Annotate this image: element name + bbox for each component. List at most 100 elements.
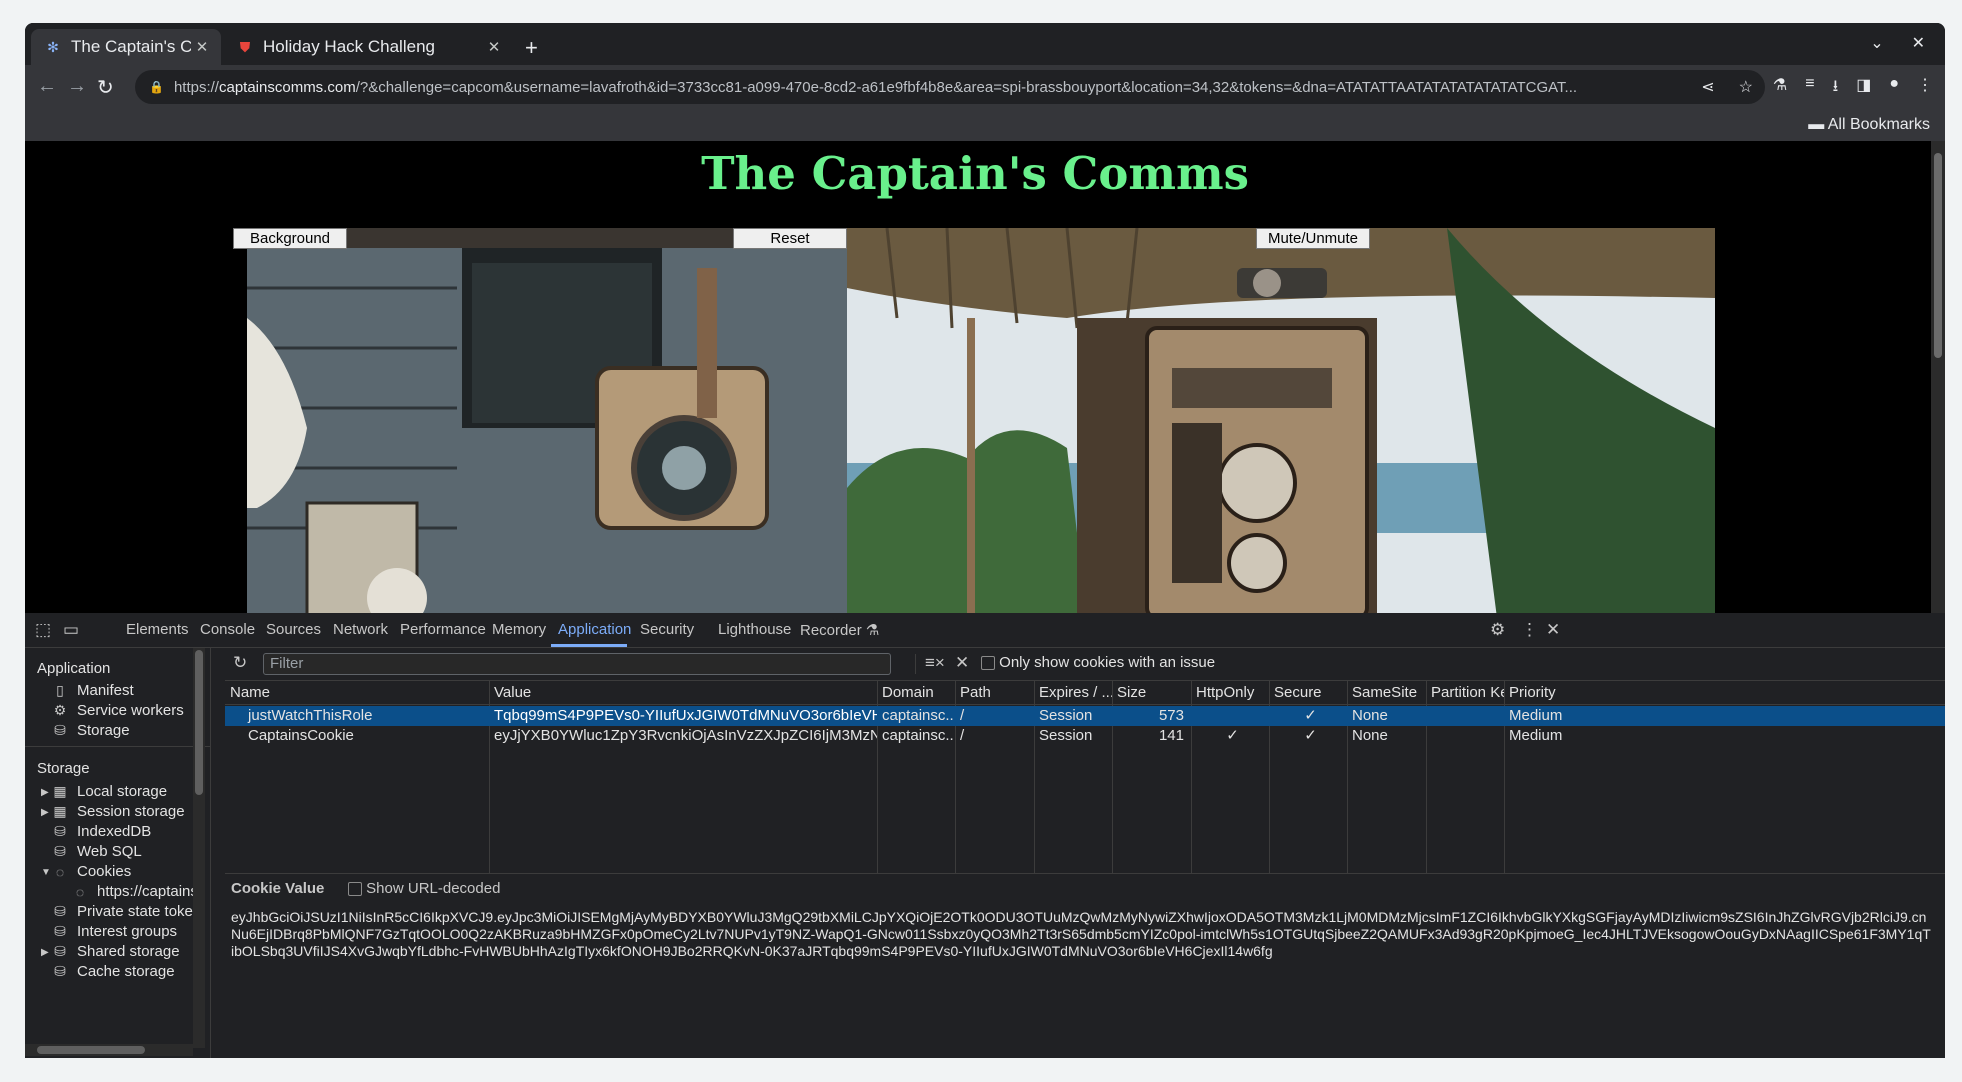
col-header-path[interactable]: Path (955, 681, 1034, 704)
col-header-httponly[interactable]: HttpOnly (1191, 681, 1269, 704)
col-header-partition-key[interactable]: Partition Key (1426, 681, 1504, 704)
cell-path[interactable]: / (955, 726, 1034, 746)
sidebar-scroll-thumb[interactable] (195, 650, 203, 795)
tab-sources[interactable]: Sources (266, 621, 321, 638)
table-row[interactable]: justWatchThisRole Tqbq99mS4P9PEVs0-YIIuf… (225, 706, 1945, 726)
col-header-domain[interactable]: Domain (877, 681, 955, 704)
settings-gear-icon[interactable]: ⚙ (1490, 620, 1505, 640)
sidebar-item-storage[interactable]: ⛁ Storage (51, 722, 129, 739)
tab-recorder[interactable]: Recorder ⚗ (800, 621, 879, 639)
device-toolbar-icon[interactable]: ▭ (63, 620, 79, 640)
sidebar-item-shared-storage[interactable]: ⛁ Shared storage (51, 943, 179, 960)
cell-priority[interactable]: Medium (1504, 726, 1609, 746)
cell-samesite[interactable]: None (1347, 706, 1426, 726)
cell-httponly[interactable]: ✓ (1191, 726, 1269, 746)
reading-list-icon[interactable]: ≡ (1805, 75, 1814, 102)
profile-icon[interactable]: ● (1889, 75, 1899, 102)
sidebar-item-private-state-tokens[interactable]: ⛁ Private state token (51, 903, 201, 920)
sidebar-item-cookie-origin[interactable]: ◌ https://captainsc (71, 883, 206, 900)
cell-priority[interactable]: Medium (1504, 706, 1609, 726)
window-close-icon[interactable]: ✕ (1912, 33, 1925, 53)
cell-expires[interactable]: Session (1034, 726, 1112, 746)
clear-all-cookies-icon[interactable]: ✕ (955, 653, 969, 673)
sidebar-horizontal-scrollbar[interactable] (25, 1044, 193, 1056)
cell-name[interactable]: CaptainsCookie (243, 726, 489, 746)
cookie-value-text[interactable]: eyJhbGciOiJSUzI1NiIsInR5cCI6IkpXVCJ9.eyJ… (231, 909, 1931, 960)
sidebar-item-cache-storage[interactable]: ⛁ Cache storage (51, 963, 174, 980)
refresh-icon[interactable]: ↻ (233, 653, 247, 673)
clear-filtered-cookies-icon[interactable]: ≡× (925, 653, 945, 673)
tab-memory[interactable]: Memory (492, 621, 546, 638)
tab-application[interactable]: Application (558, 621, 631, 638)
col-header-expires[interactable]: Expires / ... (1034, 681, 1112, 704)
cell-partition-key[interactable] (1426, 726, 1504, 746)
sidebar-item-web-sql[interactable]: ⛁ Web SQL (51, 843, 142, 860)
col-header-samesite[interactable]: SameSite (1347, 681, 1426, 704)
expand-arrow-icon[interactable]: ▶ (41, 787, 49, 798)
collapse-arrow-icon[interactable]: ▼ (41, 867, 51, 878)
tab-lighthouse[interactable]: Lighthouse (718, 621, 791, 638)
all-bookmarks-button[interactable]: ▬ All Bookmarks (1808, 116, 1930, 134)
sidebar-item-service-workers[interactable]: ⚙ Service workers (51, 702, 184, 719)
col-header-size[interactable]: Size (1112, 681, 1191, 704)
reload-icon[interactable]: ↻ (97, 75, 114, 100)
sidebar-vertical-scrollbar[interactable] (193, 648, 205, 1048)
page-scrollbar-thumb[interactable] (1934, 153, 1942, 358)
page-scrollbar[interactable] (1931, 141, 1945, 613)
cell-name[interactable]: justWatchThisRole (243, 706, 489, 726)
tab-holiday-hack[interactable]: ⛊ Holiday Hack Challeng ✕ (223, 29, 513, 65)
tab-search-icon[interactable]: ⌄ (1870, 33, 1883, 53)
cell-value[interactable]: eyJjYXB0YWluc1ZpY3RvcnkiOjAsInVzZXJpZCI6… (489, 726, 877, 746)
bookmark-star-icon[interactable]: ☆ (1739, 77, 1753, 97)
cell-size[interactable]: 573 (1112, 706, 1190, 726)
col-header-priority[interactable]: Priority (1504, 681, 1609, 704)
sidebar-item-interest-groups[interactable]: ⛁ Interest groups (51, 923, 177, 940)
sidebar-item-local-storage[interactable]: ▦ Local storage (51, 783, 167, 800)
tab-console[interactable]: Console (200, 621, 255, 638)
sidebar-item-manifest[interactable]: ▯ Manifest (51, 682, 134, 699)
sidebar-item-cookies[interactable]: ◌ Cookies (51, 863, 131, 880)
reset-button[interactable]: Reset (733, 228, 847, 249)
close-devtools-icon[interactable]: ✕ (1546, 620, 1560, 640)
devtools-menu-icon[interactable]: ⋮ (1521, 620, 1538, 640)
cell-httponly[interactable] (1191, 706, 1269, 726)
tab-captains-comms[interactable]: ✻ The Captain's Comms ✕ (31, 29, 221, 65)
inspect-element-icon[interactable]: ⬚ (35, 620, 51, 640)
expand-arrow-icon[interactable]: ▶ (41, 947, 49, 958)
col-header-secure[interactable]: Secure (1269, 681, 1347, 704)
close-tab-icon[interactable]: ✕ (483, 38, 505, 56)
cell-value[interactable]: Tqbq99mS4P9PEVs0-YIIufUxJGIW0TdMNuVO3or6… (489, 706, 877, 726)
back-icon[interactable]: ← (37, 75, 57, 98)
download-icon[interactable]: ⭳ (1833, 75, 1839, 102)
address-bar[interactable]: 🔒 https://captainscomms.com/?&challenge=… (135, 70, 1765, 104)
cell-domain[interactable]: captainsc... (877, 726, 955, 746)
tab-performance[interactable]: Performance (400, 621, 486, 638)
side-panel-icon[interactable]: ◨ (1856, 75, 1871, 102)
lock-icon[interactable]: 🔒 (149, 80, 164, 94)
expand-arrow-icon[interactable]: ▶ (41, 807, 49, 818)
share-icon[interactable]: ⋖ (1701, 77, 1714, 97)
col-header-value[interactable]: Value (489, 681, 877, 704)
close-tab-icon[interactable]: ✕ (191, 38, 213, 56)
cell-expires[interactable]: Session (1034, 706, 1112, 726)
cell-size[interactable]: 141 (1112, 726, 1190, 746)
mute-unmute-button[interactable]: Mute/Unmute (1256, 228, 1370, 249)
sidebar-item-session-storage[interactable]: ▦ Session storage (51, 803, 184, 820)
table-row[interactable]: CaptainsCookie eyJjYXB0YWluc1ZpY3RvcnkiO… (225, 726, 1945, 746)
cell-samesite[interactable]: None (1347, 726, 1426, 746)
tab-elements[interactable]: Elements (126, 621, 189, 638)
menu-icon[interactable]: ⋮ (1917, 75, 1933, 102)
tab-security[interactable]: Security (640, 621, 694, 638)
filter-input[interactable]: Filter (263, 653, 891, 675)
cell-domain[interactable]: captainsc... (877, 706, 955, 726)
extension-flask-icon[interactable]: ⚗ (1773, 75, 1787, 102)
only-issue-checkbox-row[interactable]: Only show cookies with an issue (981, 654, 1215, 671)
cell-secure[interactable]: ✓ (1269, 706, 1347, 726)
only-issue-checkbox[interactable] (981, 656, 995, 671)
cell-path[interactable]: / (955, 706, 1034, 726)
show-url-decoded-row[interactable]: Show URL-decoded (348, 880, 500, 897)
cell-secure[interactable]: ✓ (1269, 726, 1347, 746)
sidebar-item-indexeddb[interactable]: ⛁ IndexedDB (51, 823, 151, 840)
show-url-decoded-checkbox[interactable] (348, 882, 362, 897)
background-button[interactable]: Background (233, 228, 347, 249)
